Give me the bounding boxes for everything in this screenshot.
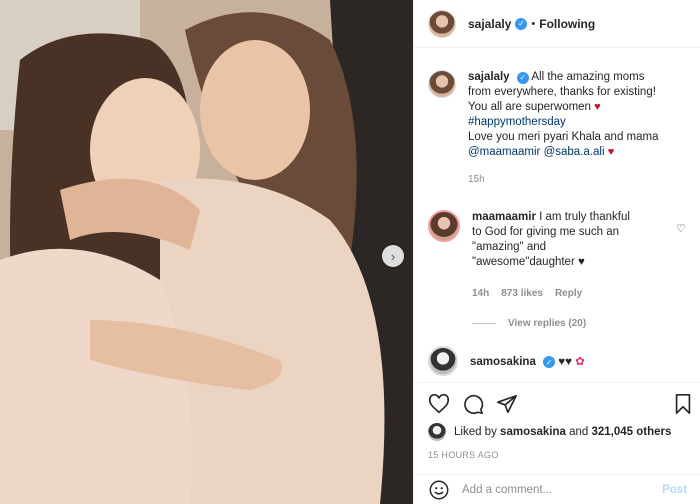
divider-line xyxy=(472,323,496,324)
chevron-right-icon: › xyxy=(390,248,396,264)
heart-icon[interactable] xyxy=(428,393,450,415)
liker-username[interactable]: samosakina xyxy=(500,426,566,438)
paper-plane-icon[interactable] xyxy=(496,393,518,415)
comment-text: maamaamir I am truly thankful to God for… xyxy=(472,210,672,270)
commenter-avatar[interactable] xyxy=(428,346,458,376)
flower-emoji-icon: ✿ xyxy=(575,355,585,368)
liked-by-prefix: Liked by xyxy=(454,426,497,438)
commenter-avatar[interactable] xyxy=(428,210,460,242)
caption-time: 15h xyxy=(468,174,485,185)
author-username[interactable]: sajalaly xyxy=(468,17,511,31)
post-caption: sajalaly ✓ All the amazing moms from eve… xyxy=(428,70,693,187)
caption-text: sajalaly ✓ All the amazing moms from eve… xyxy=(468,70,686,187)
smiley-icon[interactable] xyxy=(428,479,450,501)
comment-text: samosakina ✓ ♥♥ ✿ xyxy=(470,354,585,369)
following-button[interactable]: Following xyxy=(539,17,595,31)
comment-line: "amazing" and xyxy=(472,241,547,253)
post-sidebar: sajalaly ✓ • Following sajalaly ✓ All th… xyxy=(413,0,700,504)
post-image xyxy=(0,0,413,504)
caption-username[interactable]: sajalaly xyxy=(468,71,510,83)
comment-meta: 14h 873 likes Reply xyxy=(472,288,582,299)
separator-dot: • xyxy=(531,17,536,30)
comment-item: samosakina ✓ ♥♥ ✿ xyxy=(428,346,693,376)
verified-badge-icon: ✓ xyxy=(543,356,556,369)
liker-avatar[interactable] xyxy=(428,423,446,441)
hashtag-link[interactable]: #happymothersday xyxy=(468,116,566,128)
comment-time: 14h xyxy=(472,288,490,299)
comment-line: to God for giving me such an xyxy=(472,226,620,238)
comment-likes[interactable]: 873 likes xyxy=(501,288,543,299)
post-comment-button[interactable]: Post xyxy=(662,484,687,496)
lips-emoji-icon: ♥ xyxy=(607,146,615,158)
comment-input[interactable] xyxy=(462,483,642,496)
next-photo-button[interactable]: › xyxy=(382,245,404,267)
comment-body: ♥♥ xyxy=(558,355,572,368)
others-count[interactable]: 321,045 others xyxy=(592,426,672,438)
add-comment-bar: Post xyxy=(414,474,700,504)
verified-badge-icon: ✓ xyxy=(515,17,528,30)
post-photo[interactable]: › xyxy=(0,0,413,504)
caption-line: Love you meri pyari Khala and mama xyxy=(468,131,659,143)
likes-summary: Liked by samosakina and 321,045 others xyxy=(428,423,671,441)
lips-emoji-icon: ♥ xyxy=(594,101,601,113)
caption-line: You all are superwomen xyxy=(468,101,591,113)
view-replies[interactable]: View replies (20) xyxy=(472,318,586,329)
liked-by-connector: and xyxy=(569,426,589,438)
reply-button[interactable]: Reply xyxy=(555,288,582,299)
action-bar xyxy=(414,382,700,422)
commenter-username[interactable]: samosakina xyxy=(470,356,536,368)
mention-link[interactable]: @maamaamir xyxy=(468,146,540,158)
post-timestamp[interactable]: 15 HOURS AGO xyxy=(428,450,499,460)
caption-line: from everywhere, thanks for existing! xyxy=(468,86,656,98)
author-avatar[interactable] xyxy=(428,9,456,38)
post-header: sajalaly ✓ • Following xyxy=(414,0,700,48)
caption-line: All the amazing moms xyxy=(531,71,645,83)
comment-line: "awesome"daughter ♥ xyxy=(472,256,585,268)
verified-badge-icon: ✓ xyxy=(516,71,529,84)
comment-like-heart-icon[interactable]: ♡ xyxy=(676,222,686,235)
comment-item: maamaamir I am truly thankful to God for… xyxy=(428,210,693,270)
commenter-username[interactable]: maamaamir xyxy=(472,211,536,223)
comment-icon[interactable] xyxy=(462,393,484,415)
view-replies-label: View replies (20) xyxy=(508,318,587,329)
comment-line: I am truly thankful xyxy=(539,211,630,223)
caption-avatar[interactable] xyxy=(428,70,456,98)
mention-link[interactable]: @saba.a.ali xyxy=(544,146,605,158)
bookmark-icon[interactable] xyxy=(672,393,694,415)
